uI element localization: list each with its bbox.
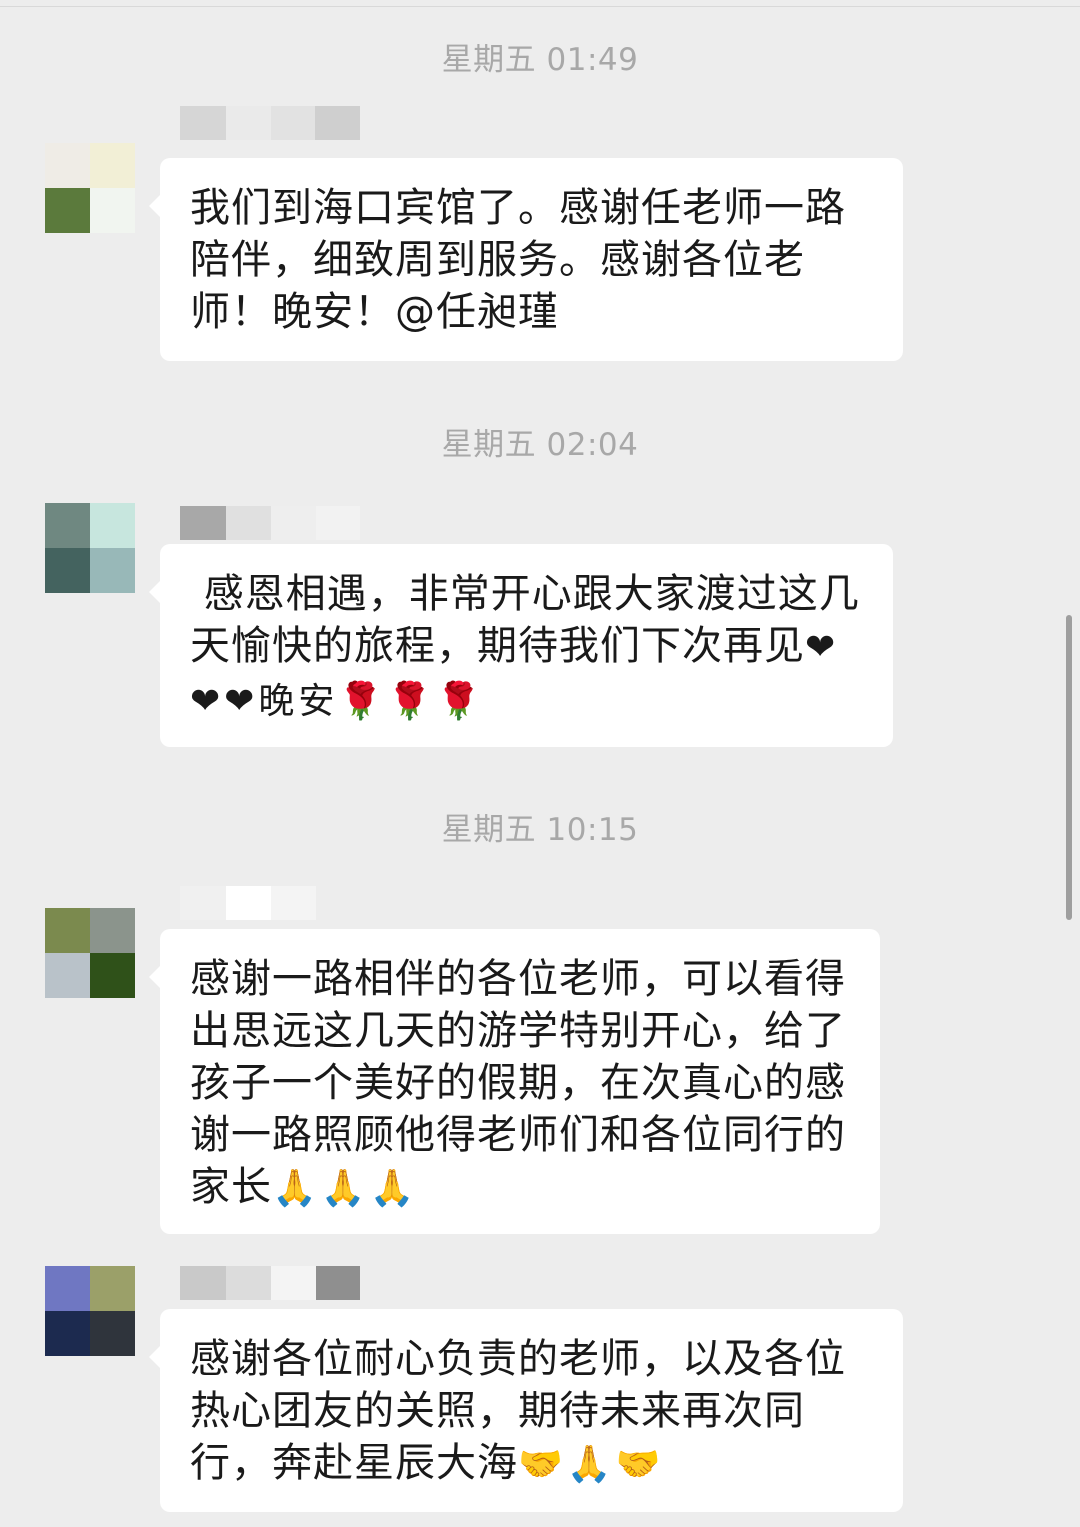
chat-window[interactable]: 星期五 01:49 我们到海口宾馆了。感谢任老师一路陪伴，细致周到服务。感谢各位… <box>0 0 1080 1527</box>
name-blur-block <box>226 1266 271 1300</box>
emoji-handshake-pray: 🤝🙏🤝 <box>518 1444 665 1485</box>
name-blur-block <box>316 886 360 920</box>
name-blur-block <box>180 106 226 140</box>
sender-name-blurred <box>180 1260 360 1300</box>
avatar-pixel <box>90 548 135 593</box>
scrollbar[interactable] <box>1066 615 1072 920</box>
emoji-praying-hands: 🙏🙏🙏 <box>272 1168 419 1209</box>
top-divider <box>0 6 1080 7</box>
name-blur-block <box>226 506 271 540</box>
name-blur-block <box>315 106 360 140</box>
avatar-pixel <box>90 188 135 233</box>
name-blur-block <box>180 506 226 540</box>
name-blur-block <box>271 506 316 540</box>
avatar-pixel <box>45 188 90 233</box>
message-text: 我们到海口宾馆了。感谢任老师一路陪伴，细致周到服务。感谢各位老师！晚安！@任昶瑾 <box>190 185 846 335</box>
avatar[interactable] <box>45 503 135 593</box>
timestamp: 星期五 10:15 <box>441 812 639 848</box>
timestamp: 星期五 02:04 <box>441 427 639 463</box>
name-blur-block <box>271 1266 316 1300</box>
avatar-pixel <box>90 908 135 953</box>
avatar-pixel <box>90 1266 135 1311</box>
name-blur-block <box>226 106 271 140</box>
avatar-pixel <box>90 953 135 998</box>
avatar-pixel <box>45 548 90 593</box>
timestamp: 星期五 01:49 <box>441 42 639 78</box>
avatar[interactable] <box>45 1266 135 1356</box>
avatar-pixel <box>45 953 90 998</box>
avatar[interactable] <box>45 908 135 998</box>
message-bubble[interactable]: 我们到海口宾馆了。感谢任老师一路陪伴，细致周到服务。感谢各位老师！晚安！@任昶瑾 <box>149 158 903 361</box>
name-blur-block <box>180 1266 226 1300</box>
message-text: 感恩相遇，非常开心跟大家渡过这几天愉快的旅程，期待我们下次再见 <box>190 571 860 669</box>
name-blur-block <box>271 106 315 140</box>
message-bubble[interactable]: 感恩相遇，非常开心跟大家渡过这几天愉快的旅程，期待我们下次再见❤❤❤晚安🌹🌹🌹 <box>149 544 893 747</box>
name-blur-block <box>316 1266 360 1300</box>
sender-name-blurred <box>180 880 360 920</box>
avatar[interactable] <box>45 143 135 233</box>
message-bubble[interactable]: 感谢一路相伴的各位老师，可以看得出思远这几天的游学特别开心，给了孩子一个美好的假… <box>149 929 880 1234</box>
sender-name-blurred <box>180 100 360 140</box>
name-blur-block <box>316 506 360 540</box>
avatar-pixel <box>90 143 135 188</box>
avatar-pixel <box>45 908 90 953</box>
avatar-pixel <box>90 1311 135 1356</box>
avatar-pixel <box>45 503 90 548</box>
avatar-pixel <box>45 1311 90 1356</box>
avatar-pixel <box>45 1266 90 1311</box>
avatar-pixel <box>45 143 90 188</box>
avatar-pixel <box>90 503 135 548</box>
sender-name-blurred <box>180 500 360 540</box>
name-blur-block <box>226 886 271 920</box>
message-bubble[interactable]: 感谢各位耐心负责的老师，以及各位热心团友的关照，期待未来再次同行，奔赴星辰大海🤝… <box>149 1309 903 1512</box>
name-blur-block <box>271 886 316 920</box>
name-blur-block <box>180 886 226 920</box>
